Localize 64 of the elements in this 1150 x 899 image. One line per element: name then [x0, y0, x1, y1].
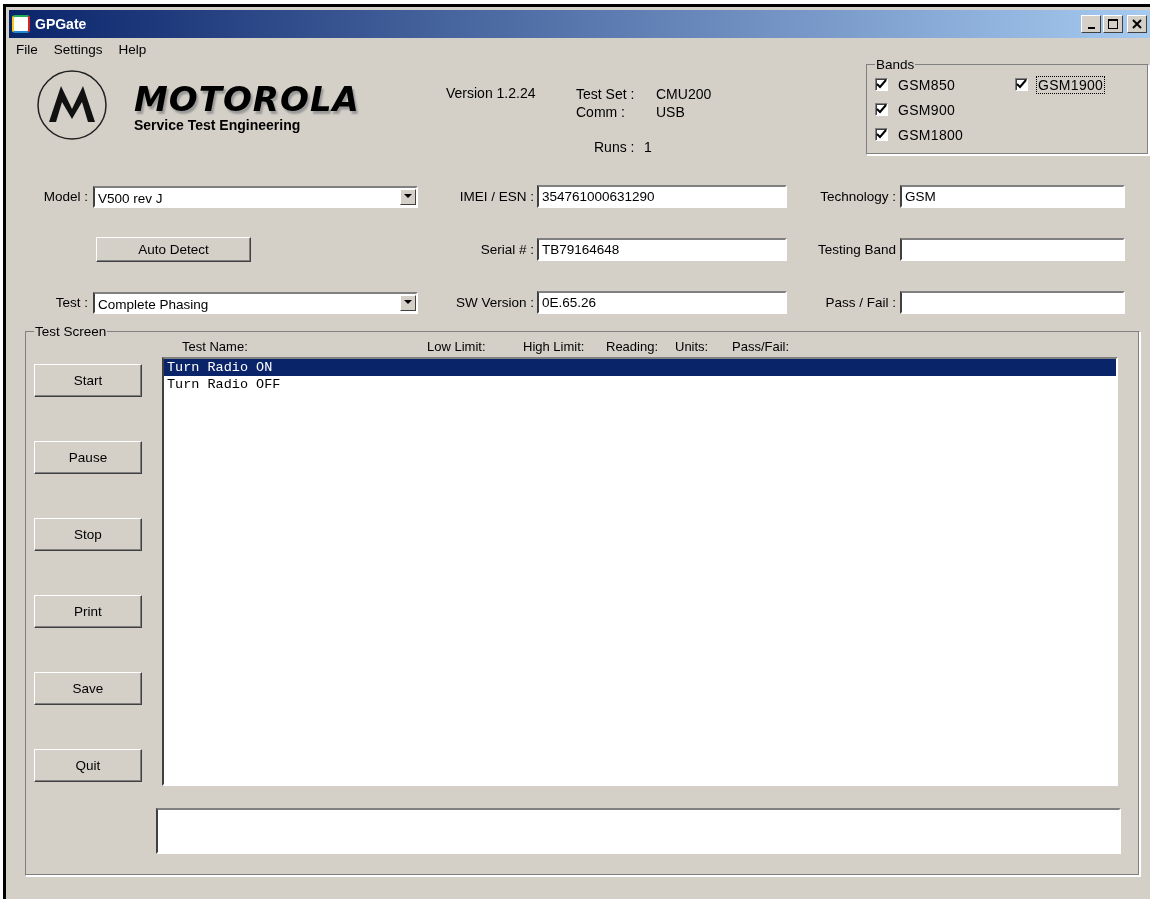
- action-button[interactable]: Pause: [34, 441, 142, 474]
- maximize-button[interactable]: [1103, 15, 1123, 33]
- text-field[interactable]: [900, 291, 1125, 314]
- test-row[interactable]: Turn Radio ON: [164, 359, 1116, 376]
- runs-value: 1: [644, 139, 652, 155]
- checkbox[interactable]: [1015, 78, 1028, 91]
- column-header: Pass/Fail:: [732, 339, 791, 356]
- action-button[interactable]: Save: [34, 672, 142, 705]
- action-button[interactable]: Print: [34, 595, 142, 628]
- logo-emblem-icon: [36, 69, 108, 141]
- checkbox-label: GSM900: [897, 100, 957, 119]
- checkbox-label: GSM850: [897, 75, 957, 94]
- text-field[interactable]: TB79164648: [537, 238, 787, 261]
- checkbox[interactable]: [875, 103, 888, 116]
- field-label: Pass / Fail :: [824, 295, 896, 310]
- close-button[interactable]: [1127, 15, 1147, 33]
- model-dropdown[interactable]: V500 rev J: [93, 185, 418, 208]
- column-header: Units:: [675, 339, 710, 356]
- test-dropdown[interactable]: Complete Phasing: [93, 291, 418, 314]
- text-field[interactable]: 0E.65.26: [537, 291, 787, 314]
- window-title: GPGate: [35, 16, 88, 32]
- text-field[interactable]: 354761000631290: [537, 185, 787, 208]
- auto-detect-button[interactable]: Auto Detect: [96, 237, 251, 262]
- text-field[interactable]: [900, 238, 1125, 261]
- info-label: Test Set :: [576, 85, 636, 103]
- field-label: Model :: [42, 189, 88, 204]
- column-header: Reading:: [606, 339, 660, 356]
- action-button[interactable]: Stop: [34, 518, 142, 551]
- column-header: High Limit:: [523, 339, 586, 356]
- test-row[interactable]: Turn Radio OFF: [164, 376, 1116, 393]
- app-icon: [12, 15, 30, 33]
- info-value: CMU200: [656, 85, 712, 103]
- checkbox[interactable]: [875, 78, 888, 91]
- menu-item[interactable]: File: [16, 42, 38, 57]
- field-label: IMEI / ESN :: [458, 189, 534, 204]
- field-label: Serial # :: [479, 242, 534, 257]
- close-icon: [1132, 19, 1142, 29]
- field-label: Testing Band: [816, 242, 896, 257]
- menu-item[interactable]: Settings: [53, 42, 103, 57]
- column-header: Test Name:: [182, 339, 249, 356]
- field-label: Technology :: [819, 189, 896, 204]
- version-label: Version 1.2.24: [446, 85, 537, 103]
- minimize-button[interactable]: [1081, 15, 1101, 33]
- checkbox[interactable]: [875, 128, 888, 141]
- field-label: Test :: [54, 295, 88, 310]
- brand-subtitle: Service Test Engineering: [134, 117, 302, 133]
- checkbox-label: GSM1800: [897, 125, 965, 144]
- info-label: Comm :: [576, 103, 626, 121]
- group-title: Test Screen: [34, 324, 108, 339]
- dropdown-arrow-icon: [404, 194, 412, 199]
- action-button[interactable]: Quit: [34, 749, 142, 782]
- runs-label: Runs :: [594, 139, 636, 155]
- info-value: USB: [656, 103, 685, 121]
- text-field[interactable]: GSM: [900, 185, 1125, 208]
- checkbox-label: GSM1900: [1036, 75, 1106, 94]
- maximize-icon: [1108, 19, 1118, 29]
- brand-wordmark: MOTOROLA: [134, 81, 361, 117]
- action-button[interactable]: Start: [34, 364, 142, 397]
- field-label: SW Version :: [454, 295, 534, 310]
- group-title: Bands: [875, 57, 916, 72]
- menu-item[interactable]: Help: [118, 42, 147, 57]
- dropdown-arrow-icon: [404, 300, 412, 305]
- column-header: Low Limit:: [427, 339, 487, 356]
- minimize-icon: [1087, 26, 1095, 29]
